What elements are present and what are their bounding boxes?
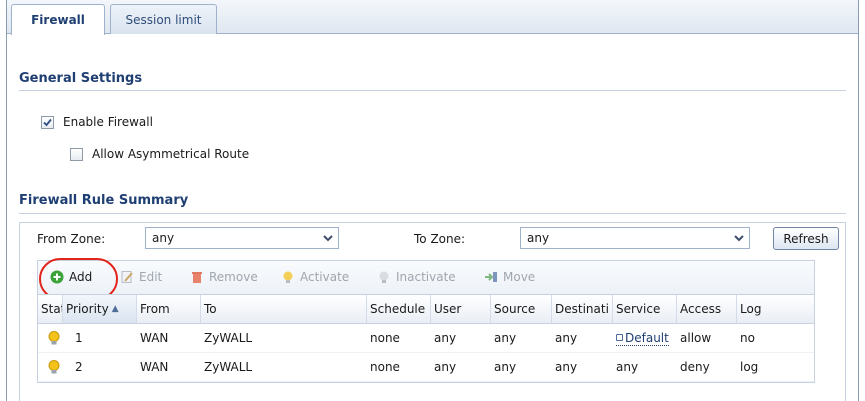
section-divider <box>19 90 846 91</box>
chevron-down-icon[interactable] <box>318 228 338 248</box>
enable-firewall-checkbox[interactable] <box>41 115 54 129</box>
access-cell: deny <box>680 360 710 374</box>
col-from[interactable]: From <box>137 295 201 323</box>
service-cell: Default <box>613 324 677 352</box>
table-row[interactable]: 2 WAN ZyWALL none any any any any deny l… <box>38 353 814 382</box>
service-link[interactable]: Default <box>616 331 669 346</box>
activate-label: Activate <box>300 270 350 284</box>
add-icon <box>50 270 64 284</box>
schedule-cell: none <box>370 360 400 374</box>
sort-ascending-icon: ▲ <box>111 304 119 314</box>
lightbulb-off-icon <box>379 271 389 283</box>
col-access[interactable]: Access <box>677 295 737 323</box>
status-cell <box>38 324 63 352</box>
checkmark-icon <box>43 118 52 126</box>
tab-bar: Firewall Session limit <box>7 0 858 35</box>
source-cell: any <box>494 331 517 345</box>
destination-cell: any <box>555 331 578 345</box>
priority-cell: 1 <box>75 331 83 345</box>
col-service[interactable]: Service <box>613 295 677 323</box>
lightbulb-active-icon <box>48 331 60 345</box>
remove-label: Remove <box>209 270 258 284</box>
source-cell: any <box>494 360 517 374</box>
move-icon <box>485 272 497 282</box>
edit-button[interactable]: Edit <box>120 270 162 284</box>
firewall-panel: Firewall Session limit General Settings … <box>6 0 859 401</box>
col-user[interactable]: User <box>431 295 491 323</box>
from-zone-label: From Zone: <box>37 232 106 246</box>
from-cell: WAN <box>140 331 169 345</box>
status-cell <box>38 353 63 381</box>
col-schedule[interactable]: Schedule <box>367 295 431 323</box>
move-button[interactable]: Move <box>484 270 535 284</box>
to-zone-select[interactable]: any <box>520 227 750 249</box>
tab-session-limit[interactable]: Session limit <box>110 4 217 34</box>
refresh-button[interactable]: Refresh <box>773 227 839 250</box>
from-cell: WAN <box>140 360 169 374</box>
add-label: Add <box>69 270 93 284</box>
log-cell: log <box>740 360 759 374</box>
trash-icon <box>192 272 202 283</box>
access-cell: allow <box>680 331 712 345</box>
from-zone-select[interactable]: any <box>145 227 339 249</box>
allow-asymmetrical-route-row: Allow Asymmetrical Route <box>70 147 249 161</box>
col-source[interactable]: Source <box>491 295 552 323</box>
to-zone-value: any <box>527 231 550 245</box>
enable-firewall-label: Enable Firewall <box>63 115 153 129</box>
edit-label: Edit <box>139 270 163 284</box>
firewall-rule-table: Stat Priority ▲ From To Schedule User Sou… <box>37 294 815 383</box>
general-settings-title: General Settings <box>19 71 143 86</box>
table-row[interactable]: 1 WAN ZyWALL none any any any Default al… <box>38 324 814 353</box>
to-cell: ZyWALL <box>204 360 253 374</box>
rule-summary-title: Firewall Rule Summary <box>19 193 189 208</box>
inactivate-button[interactable]: Inactivate <box>377 270 456 284</box>
to-zone-label: To Zone: <box>414 232 466 246</box>
tab-firewall[interactable]: Firewall <box>11 4 105 35</box>
inactivate-label: Inactivate <box>396 270 456 284</box>
col-log[interactable]: Log <box>737 295 814 323</box>
allow-asymmetrical-route-label: Allow Asymmetrical Route <box>92 147 250 161</box>
col-destination[interactable]: Destinati <box>552 295 613 323</box>
log-cell: no <box>740 331 755 345</box>
col-to[interactable]: To <box>201 295 367 323</box>
section-divider <box>19 213 846 214</box>
service-cell: any <box>616 360 639 374</box>
remove-button[interactable]: Remove <box>190 270 258 284</box>
schedule-cell: none <box>370 331 400 345</box>
edit-icon <box>121 271 133 283</box>
from-zone-value: any <box>152 231 175 245</box>
user-cell: any <box>434 360 457 374</box>
user-cell: any <box>434 331 457 345</box>
lightbulb-on-icon <box>283 271 293 283</box>
table-header: Stat Priority ▲ From To Schedule User Sou… <box>38 294 814 324</box>
move-label: Move <box>503 270 536 284</box>
to-cell: ZyWALL <box>204 331 253 345</box>
activate-button[interactable]: Activate <box>281 270 349 284</box>
rule-toolbar: Add Edit Remove Activate Inactivate Move <box>37 260 815 294</box>
priority-cell: 2 <box>75 360 83 374</box>
add-button[interactable]: Add <box>50 270 92 284</box>
service-object-icon <box>616 334 623 341</box>
destination-cell: any <box>555 360 578 374</box>
col-priority[interactable]: Priority ▲ <box>63 295 137 323</box>
allow-asymmetrical-route-checkbox[interactable] <box>70 147 83 161</box>
enable-firewall-row: Enable Firewall <box>41 115 153 129</box>
chevron-down-icon[interactable] <box>729 228 749 248</box>
col-status[interactable]: Stat <box>38 295 63 323</box>
lightbulb-active-icon <box>48 360 60 374</box>
